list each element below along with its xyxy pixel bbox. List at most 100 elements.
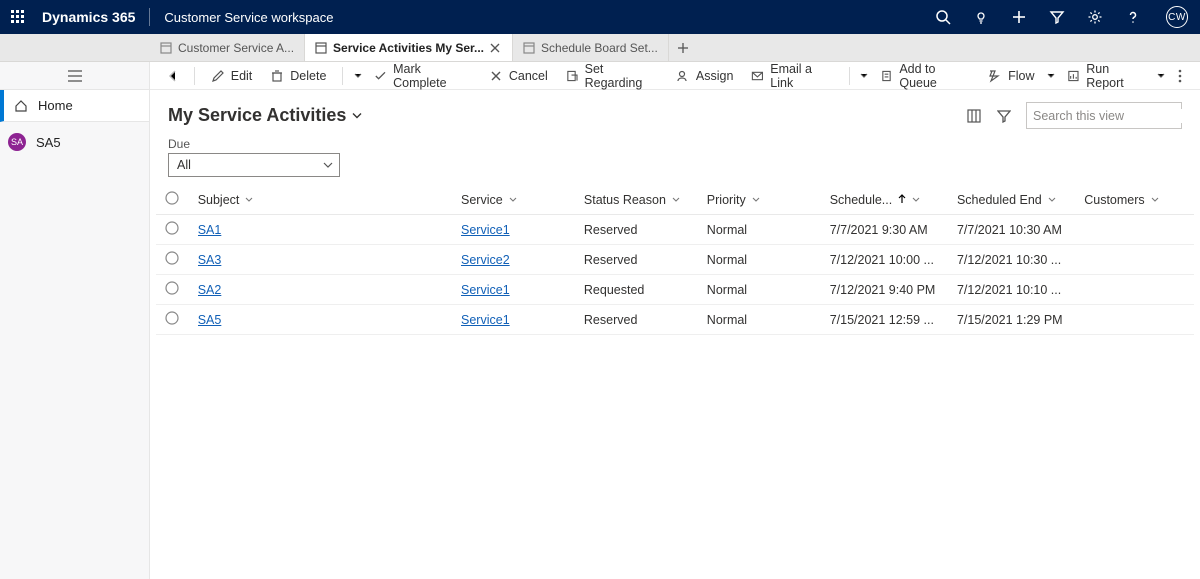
end-cell: 7/7/2021 10:30 AM xyxy=(957,215,1084,245)
cmd-label: Email a Link xyxy=(770,62,832,90)
email-link-split-caret[interactable] xyxy=(858,65,871,87)
left-rail: Home SA SA5 xyxy=(0,62,150,579)
view-title-label: My Service Activities xyxy=(168,105,346,126)
edit-columns-icon[interactable] xyxy=(966,108,982,124)
col-scheduled-start[interactable]: Schedule... xyxy=(830,185,957,215)
cmd-label: Cancel xyxy=(509,69,548,83)
row-checkbox[interactable] xyxy=(165,251,179,265)
customers-cell xyxy=(1084,305,1194,335)
end-cell: 7/12/2021 10:30 ... xyxy=(957,245,1084,275)
view-selector[interactable]: My Service Activities xyxy=(168,105,362,126)
end-cell: 7/15/2021 1:29 PM xyxy=(957,305,1084,335)
session-tabs: Customer Service A... Service Activities… xyxy=(0,34,1200,62)
tab-icon xyxy=(315,42,327,54)
more-commands-button[interactable] xyxy=(1170,69,1190,83)
subject-link[interactable]: SA3 xyxy=(198,253,222,267)
row-checkbox[interactable] xyxy=(165,281,179,295)
app-name-label[interactable]: Customer Service workspace xyxy=(164,10,333,25)
subject-link[interactable]: SA5 xyxy=(198,313,222,327)
view-tools xyxy=(966,102,1182,129)
priority-cell: Normal xyxy=(707,305,830,335)
priority-cell: Normal xyxy=(707,275,830,305)
subject-link[interactable]: SA1 xyxy=(198,223,222,237)
table-row[interactable]: SA5Service1ReservedNormal7/15/2021 12:59… xyxy=(156,305,1194,335)
session-badge: SA xyxy=(8,133,26,151)
divider xyxy=(342,67,343,85)
avatar-initials: CW xyxy=(1168,12,1186,23)
email-link-button[interactable]: Email a Link xyxy=(743,64,840,88)
tab-service-activities[interactable]: Service Activities My Ser... xyxy=(305,34,513,61)
tab-customer-service-admin[interactable]: Customer Service A... xyxy=(150,34,305,61)
edit-button[interactable]: Edit xyxy=(203,64,261,88)
service-link[interactable]: Service1 xyxy=(461,223,510,237)
cmd-label: Add to Queue xyxy=(899,62,970,90)
new-tab-button[interactable] xyxy=(669,34,697,61)
app-launcher-icon[interactable] xyxy=(8,7,28,27)
table-row[interactable]: SA3Service2ReservedNormal7/12/2021 10:00… xyxy=(156,245,1194,275)
customers-cell xyxy=(1084,245,1194,275)
user-avatar[interactable]: CW xyxy=(1166,6,1188,28)
mark-complete-button[interactable]: Mark Complete xyxy=(366,64,479,88)
set-regarding-button[interactable]: Set Regarding xyxy=(558,64,666,88)
row-checkbox[interactable] xyxy=(165,311,179,325)
close-icon[interactable] xyxy=(490,42,502,54)
assign-button[interactable]: Assign xyxy=(668,64,742,88)
priority-cell: Normal xyxy=(707,245,830,275)
due-select[interactable]: All xyxy=(168,153,340,177)
subject-link[interactable]: SA2 xyxy=(198,283,222,297)
filter-icon[interactable] xyxy=(996,108,1012,124)
flow-split-caret[interactable] xyxy=(1045,65,1058,87)
col-status-reason[interactable]: Status Reason xyxy=(584,185,707,215)
search-icon[interactable] xyxy=(934,8,952,26)
flow-button[interactable]: Flow xyxy=(980,64,1042,88)
help-icon[interactable] xyxy=(1124,8,1142,26)
topbar-actions: CW xyxy=(934,6,1188,28)
hamburger-icon[interactable] xyxy=(0,62,149,90)
col-subject[interactable]: Subject xyxy=(198,185,461,215)
tab-label: Service Activities My Ser... xyxy=(333,41,484,55)
grid: Subject Service Status Reason Prior xyxy=(150,185,1200,579)
tab-label: Customer Service A... xyxy=(178,41,294,55)
service-link[interactable]: Service1 xyxy=(461,313,510,327)
col-label: Schedule... xyxy=(830,193,893,207)
service-link[interactable]: Service2 xyxy=(461,253,510,267)
sidebar-item-session[interactable]: SA SA5 xyxy=(0,126,149,158)
sidebar-item-label: Home xyxy=(38,98,73,113)
run-report-split-caret[interactable] xyxy=(1155,65,1168,87)
select-all-checkbox[interactable] xyxy=(165,191,179,205)
col-scheduled-end[interactable]: Scheduled End xyxy=(957,185,1084,215)
table-row[interactable]: SA1Service1ReservedNormal7/7/2021 9:30 A… xyxy=(156,215,1194,245)
add-to-queue-button[interactable]: Add to Queue xyxy=(873,64,979,88)
service-link[interactable]: Service1 xyxy=(461,283,510,297)
tab-schedule-board[interactable]: Schedule Board Set... xyxy=(513,34,669,61)
sidebar-item-home[interactable]: Home xyxy=(0,90,149,122)
col-customers[interactable]: Customers xyxy=(1084,185,1194,215)
status-cell: Reserved xyxy=(584,305,707,335)
start-cell: 7/7/2021 9:30 AM xyxy=(830,215,957,245)
delete-button[interactable]: Delete xyxy=(262,64,334,88)
col-priority[interactable]: Priority xyxy=(707,185,830,215)
back-button[interactable] xyxy=(160,69,186,83)
delete-split-caret[interactable] xyxy=(351,65,364,87)
quick-find[interactable] xyxy=(1026,102,1182,129)
brand-divider xyxy=(149,8,150,26)
cmd-label: Delete xyxy=(290,69,326,83)
tab-label: Schedule Board Set... xyxy=(541,41,658,55)
cancel-button[interactable]: Cancel xyxy=(481,64,556,88)
row-checkbox[interactable] xyxy=(165,221,179,235)
plus-icon[interactable] xyxy=(1010,8,1028,26)
view-header: My Service Activities xyxy=(150,90,1200,135)
brand-label[interactable]: Dynamics 365 xyxy=(42,9,135,25)
lightbulb-icon[interactable] xyxy=(972,8,990,26)
gear-icon[interactable] xyxy=(1086,8,1104,26)
divider xyxy=(194,67,195,85)
run-report-button[interactable]: Run Report xyxy=(1059,64,1152,88)
customers-cell xyxy=(1084,215,1194,245)
table-row[interactable]: SA2Service1RequestedNormal7/12/2021 9:40… xyxy=(156,275,1194,305)
filter-icon[interactable] xyxy=(1048,8,1066,26)
col-service[interactable]: Service xyxy=(461,185,584,215)
cmd-label: Edit xyxy=(231,69,253,83)
due-filter: Due All xyxy=(150,135,1200,185)
due-value: All xyxy=(177,158,191,172)
search-input[interactable] xyxy=(1033,109,1194,123)
